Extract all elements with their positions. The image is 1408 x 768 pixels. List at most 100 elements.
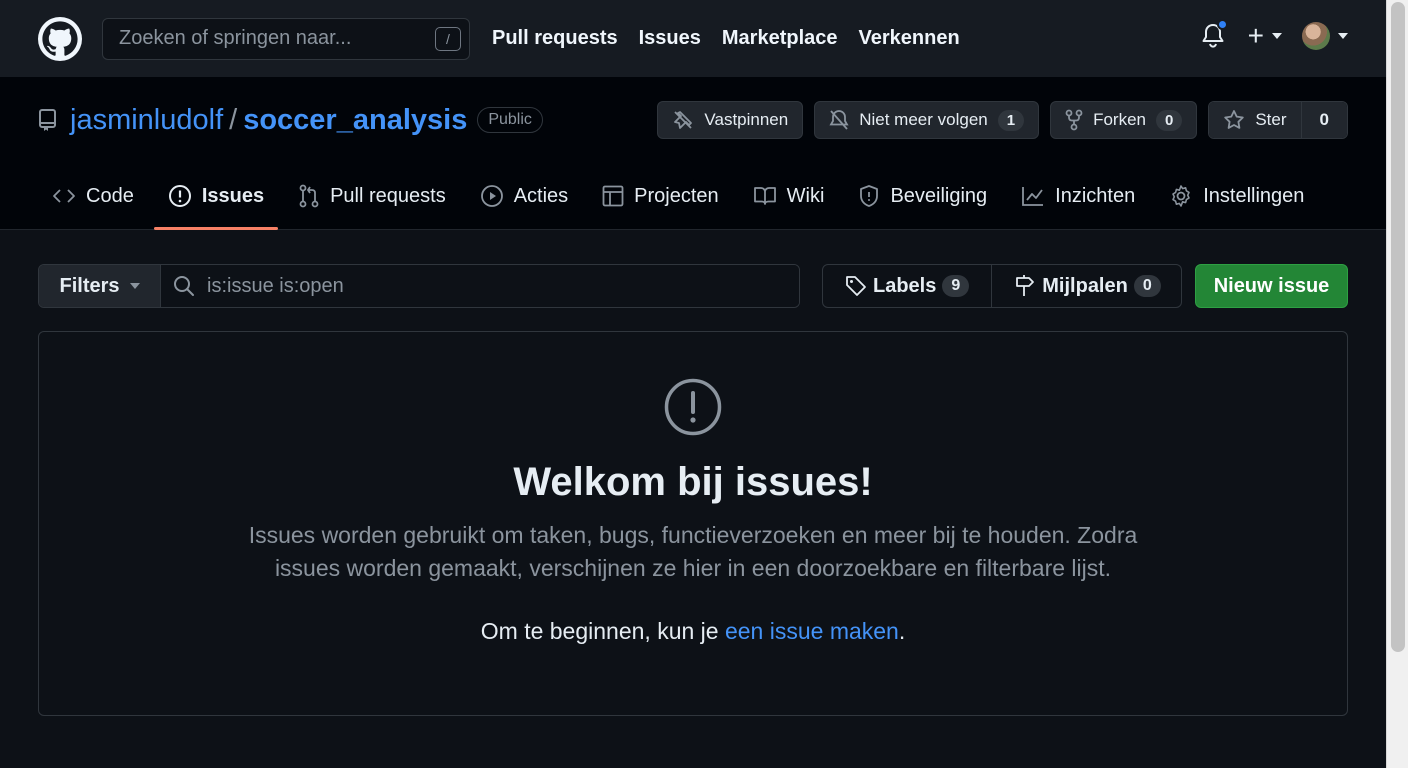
- star-button[interactable]: Ster: [1209, 102, 1301, 138]
- tab-label: Wiki: [786, 184, 825, 207]
- book-icon: [753, 187, 776, 205]
- filters-dropdown[interactable]: Filters: [39, 265, 161, 307]
- milestones-count: 0: [1133, 275, 1161, 297]
- filters-label: Filters: [59, 274, 120, 297]
- bell-slash-icon: [829, 110, 849, 130]
- tab-label: Projecten: [634, 184, 719, 207]
- star-label: Ster: [1255, 110, 1287, 129]
- search-icon: [174, 276, 194, 296]
- tab-label: Code: [86, 184, 134, 207]
- tab-label: Pull requests: [330, 184, 446, 207]
- star-button-group: Ster 0: [1208, 101, 1348, 139]
- fork-icon: [1065, 109, 1083, 131]
- repo-tabs: Code Issues Pull requests Acties Project…: [38, 163, 1348, 230]
- global-header: Zoeken of springen naar... / Pull reques…: [0, 0, 1386, 77]
- scrollbar-thumb[interactable]: [1391, 2, 1405, 652]
- fork-count: 0: [1156, 109, 1183, 131]
- avatar: [1302, 22, 1330, 50]
- fork-label: Forken: [1093, 110, 1146, 129]
- star-count[interactable]: 0: [1300, 102, 1347, 138]
- nav-marketplace[interactable]: Marketplace: [722, 27, 838, 50]
- global-nav: Pull requests Issues Marketplace Verkenn…: [492, 27, 981, 50]
- user-menu[interactable]: [1302, 22, 1348, 50]
- repo-name-link[interactable]: soccer_analysis: [243, 104, 467, 137]
- unwatch-label: Niet meer volgen: [859, 110, 988, 129]
- labels-button[interactable]: Labels 9: [823, 265, 991, 307]
- plus-icon: +: [1247, 20, 1264, 51]
- shield-icon: [860, 185, 879, 207]
- start-prefix: Om te beginnen, kun je: [480, 618, 725, 644]
- git-pull-request-icon: [299, 184, 319, 208]
- milestones-button[interactable]: Mijlpalen 0: [991, 265, 1180, 307]
- issues-search-input[interactable]: is:issue is:open: [161, 265, 799, 307]
- tab-settings[interactable]: Instellingen: [1155, 163, 1318, 229]
- pin-button[interactable]: Vastpinnen: [657, 101, 804, 139]
- repo-icon: [38, 108, 58, 132]
- start-suffix: .: [898, 618, 906, 644]
- tab-label: Beveiliging: [890, 184, 988, 207]
- blankslate-description: Issues worden gebruikt om taken, bugs, f…: [248, 522, 1138, 581]
- repo-separator: /: [229, 103, 238, 136]
- new-issue-button[interactable]: Nieuw issue: [1195, 264, 1348, 308]
- issue-opened-icon: [664, 378, 722, 436]
- nav-pull-requests[interactable]: Pull requests: [492, 27, 618, 50]
- milestones-label: Mijlpalen: [1042, 274, 1128, 297]
- search-placeholder: Zoeken of springen naar...: [119, 27, 352, 49]
- github-logo-icon[interactable]: [38, 16, 82, 61]
- issues-main: Filters is:issue is:open Labels 9 Mijlpa…: [0, 230, 1386, 716]
- tab-projects[interactable]: Projecten: [588, 163, 733, 229]
- tab-code[interactable]: Code: [38, 163, 148, 229]
- tab-insights[interactable]: Inzichten: [1007, 163, 1149, 229]
- create-new-menu[interactable]: +: [1248, 20, 1282, 52]
- chevron-down-icon: [1272, 33, 1282, 39]
- pin-icon: [674, 111, 693, 129]
- header-actions: +: [1198, 16, 1348, 56]
- tab-actions[interactable]: Acties: [466, 163, 582, 229]
- repo-actions: Vastpinnen Niet meer volgen 1 Forken 0 S…: [646, 101, 1348, 139]
- scrollbar[interactable]: [1386, 0, 1408, 768]
- blankslate-title: Welkom bij issues!: [513, 460, 873, 504]
- tag-icon: [846, 276, 866, 296]
- create-issue-link[interactable]: een issue maken: [725, 618, 899, 644]
- issues-toolbar: Filters is:issue is:open Labels 9 Mijlpa…: [38, 264, 1348, 308]
- tab-label: Acties: [513, 184, 569, 207]
- tab-pull-requests[interactable]: Pull requests: [284, 163, 460, 229]
- nav-explore[interactable]: Verkennen: [859, 27, 960, 50]
- nav-issues[interactable]: Issues: [639, 27, 701, 50]
- slash-shortcut-key: /: [435, 26, 461, 51]
- tab-wiki[interactable]: Wiki: [739, 163, 839, 229]
- graph-icon: [1022, 187, 1044, 206]
- global-search-input[interactable]: Zoeken of springen naar... /: [102, 17, 470, 60]
- chevron-down-icon: [1338, 33, 1348, 39]
- milestone-icon: [1016, 275, 1035, 296]
- repo-owner-link[interactable]: jasminludolf: [70, 104, 223, 137]
- notifications-bell-icon[interactable]: [1198, 16, 1228, 56]
- tab-label: Issues: [201, 184, 265, 207]
- tab-label: Instellingen: [1203, 184, 1305, 207]
- pin-label: Vastpinnen: [704, 110, 789, 129]
- labels-label: Labels: [873, 274, 937, 297]
- play-icon: [480, 185, 503, 207]
- code-icon: [53, 189, 75, 203]
- repo-header: jasminludolf / soccer_analysis Public Va…: [0, 77, 1386, 230]
- page: Zoeken of springen naar... / Pull reques…: [0, 0, 1386, 768]
- filter-query: is:issue is:open: [207, 274, 344, 297]
- issue-opened-icon: [168, 185, 191, 207]
- visibility-badge: Public: [477, 107, 543, 133]
- fork-button[interactable]: Forken 0: [1050, 101, 1198, 139]
- labels-milestones-group: Labels 9 Mijlpalen 0: [822, 264, 1182, 308]
- chevron-down-icon: [129, 283, 140, 289]
- labels-count: 9: [942, 275, 970, 297]
- blankslate-start-text: Om te beginnen, kun je een issue maken.: [481, 618, 906, 645]
- blankslate: Welkom bij issues! Issues worden gebruik…: [38, 331, 1348, 716]
- tab-issues[interactable]: Issues: [153, 163, 279, 230]
- filter-group: Filters is:issue is:open: [38, 264, 800, 308]
- unwatch-button[interactable]: Niet meer volgen 1: [814, 101, 1040, 139]
- repo-title: jasminludolf / soccer_analysis Public: [38, 104, 543, 137]
- table-icon: [602, 185, 624, 207]
- tab-security[interactable]: Beveiliging: [844, 163, 1001, 229]
- notification-indicator: [1216, 19, 1228, 30]
- gear-icon: [1172, 185, 1191, 207]
- star-icon: [1224, 110, 1245, 129]
- watch-count: 1: [997, 109, 1025, 131]
